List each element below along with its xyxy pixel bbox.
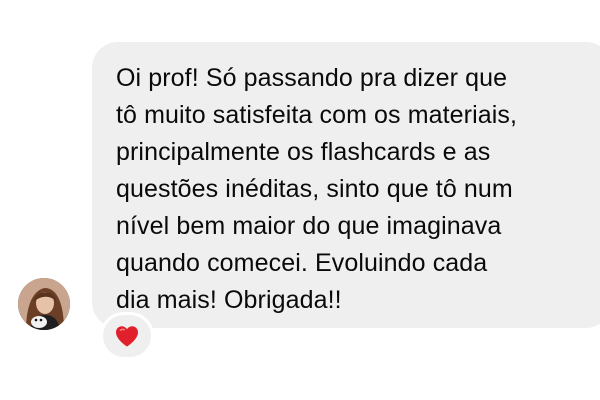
message-line: quando comecei. Evoluindo cada	[116, 249, 488, 277]
heart-icon	[116, 326, 138, 347]
avatar[interactable]	[18, 278, 70, 330]
reaction-badge[interactable]	[100, 312, 154, 360]
chat-message-row: Oi prof! Só passando pra dizer que tô mu…	[0, 0, 600, 400]
message-line: questões inéditas, sinto que tô num	[116, 175, 513, 203]
message-line: nível bem maior do que imaginava	[116, 212, 502, 240]
message-bubble[interactable]: Oi prof! Só passando pra dizer que tô mu…	[92, 42, 600, 328]
message-line: dia mais! Obrigada!!	[116, 286, 342, 314]
avatar-photo-icon	[18, 278, 70, 330]
message-line: Oi prof! Só passando pra dizer que	[116, 64, 508, 92]
message-line: principalmente os flashcards e as	[116, 138, 491, 166]
message-text: Oi prof! Só passando pra dizer que tô mu…	[116, 60, 600, 319]
message-line: tô muito satisfeita com os materiais,	[116, 101, 518, 129]
